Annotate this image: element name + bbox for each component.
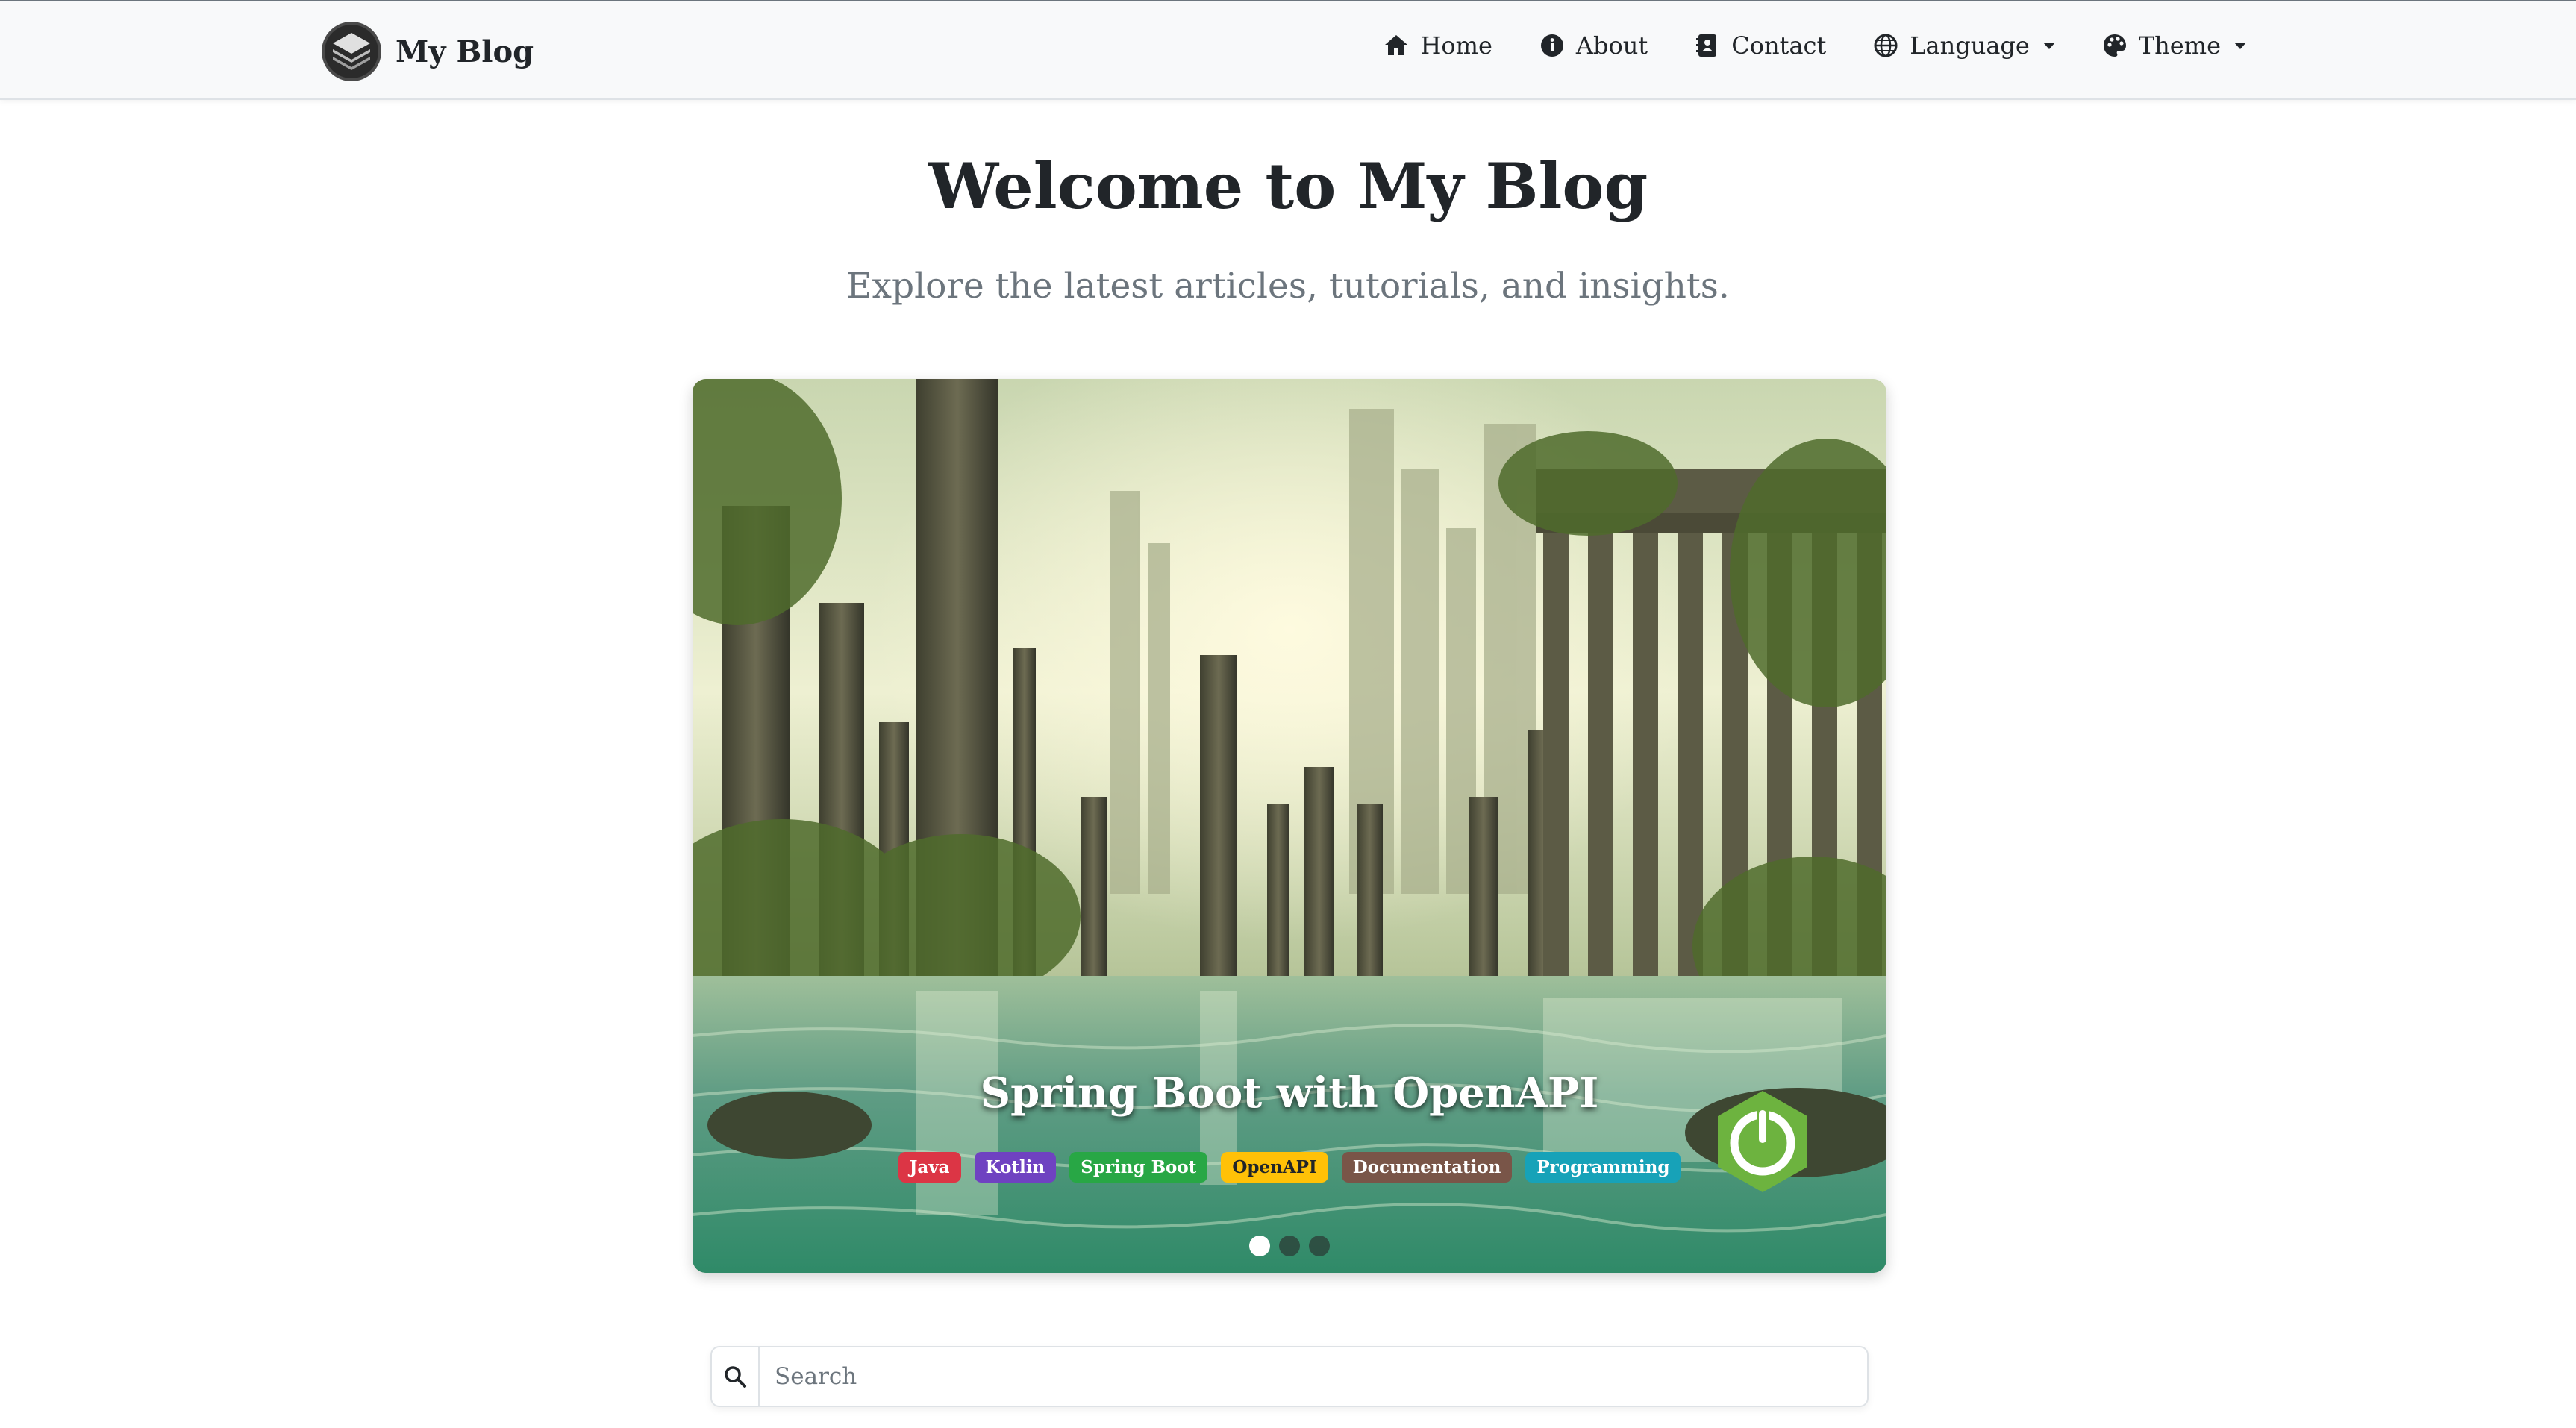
tag-badge[interactable]: Kotlin xyxy=(974,1152,1057,1183)
nav-contact[interactable]: Contact xyxy=(1694,31,1826,60)
page-title: Welcome to My Blog xyxy=(928,149,1648,223)
search-button[interactable] xyxy=(712,1347,760,1406)
spring-boot-logo-icon xyxy=(1718,1091,1807,1192)
home-icon xyxy=(1385,35,1408,55)
nav-language-label: Language xyxy=(1910,31,2030,60)
brand-link[interactable]: My Blog xyxy=(321,21,534,82)
nav-about[interactable]: About xyxy=(1539,31,1648,60)
chevron-down-icon xyxy=(2234,42,2246,49)
main-nav: Home About Contact Language Theme xyxy=(1383,31,2246,60)
nav-contact-label: Contact xyxy=(1731,31,1827,60)
chevron-down-icon xyxy=(2042,42,2055,49)
tag-badge[interactable]: Documentation xyxy=(1341,1152,1513,1183)
brand-logo-icon xyxy=(322,22,381,81)
nav-home[interactable]: Home xyxy=(1383,31,1492,60)
carousel-indicator[interactable] xyxy=(1309,1236,1330,1256)
palette-icon xyxy=(2103,34,2126,57)
carousel-indicators xyxy=(693,1236,1886,1256)
carousel-slide-image xyxy=(693,379,1886,1273)
brand-name: My Blog xyxy=(396,34,534,69)
carousel-tags: Java Kotlin Spring Boot OpenAPI Document… xyxy=(693,1152,1886,1183)
page-subtitle: Explore the latest articles, tutorials, … xyxy=(846,266,1730,307)
tag-badge[interactable]: Programming xyxy=(1525,1152,1681,1183)
featured-carousel[interactable]: Spring Boot with OpenAPI Java Kotlin Spr… xyxy=(693,379,1886,1273)
nav-theme-label: Theme xyxy=(2138,31,2221,60)
carousel-indicator[interactable] xyxy=(1249,1236,1270,1256)
address-book-icon xyxy=(1696,34,1717,57)
carousel-caption: Spring Boot with OpenAPI xyxy=(980,1068,1599,1118)
nav-about-label: About xyxy=(1575,31,1648,60)
navbar: My Blog Home About Contact Language Them… xyxy=(0,0,2576,100)
nav-home-label: Home xyxy=(1420,31,1492,60)
nav-theme-dropdown[interactable]: Theme xyxy=(2101,31,2246,60)
tag-badge[interactable]: OpenAPI xyxy=(1221,1152,1328,1183)
tag-badge[interactable]: Spring Boot xyxy=(1069,1152,1208,1183)
search-icon xyxy=(725,1366,746,1388)
search-bar xyxy=(710,1346,1869,1407)
info-circle-icon xyxy=(1540,34,1563,57)
search-input[interactable] xyxy=(773,1362,1867,1391)
tag-badge[interactable]: Java xyxy=(898,1152,961,1183)
nav-language-dropdown[interactable]: Language xyxy=(1872,31,2055,60)
carousel-indicator[interactable] xyxy=(1279,1236,1300,1256)
globe-icon xyxy=(1874,34,1898,57)
